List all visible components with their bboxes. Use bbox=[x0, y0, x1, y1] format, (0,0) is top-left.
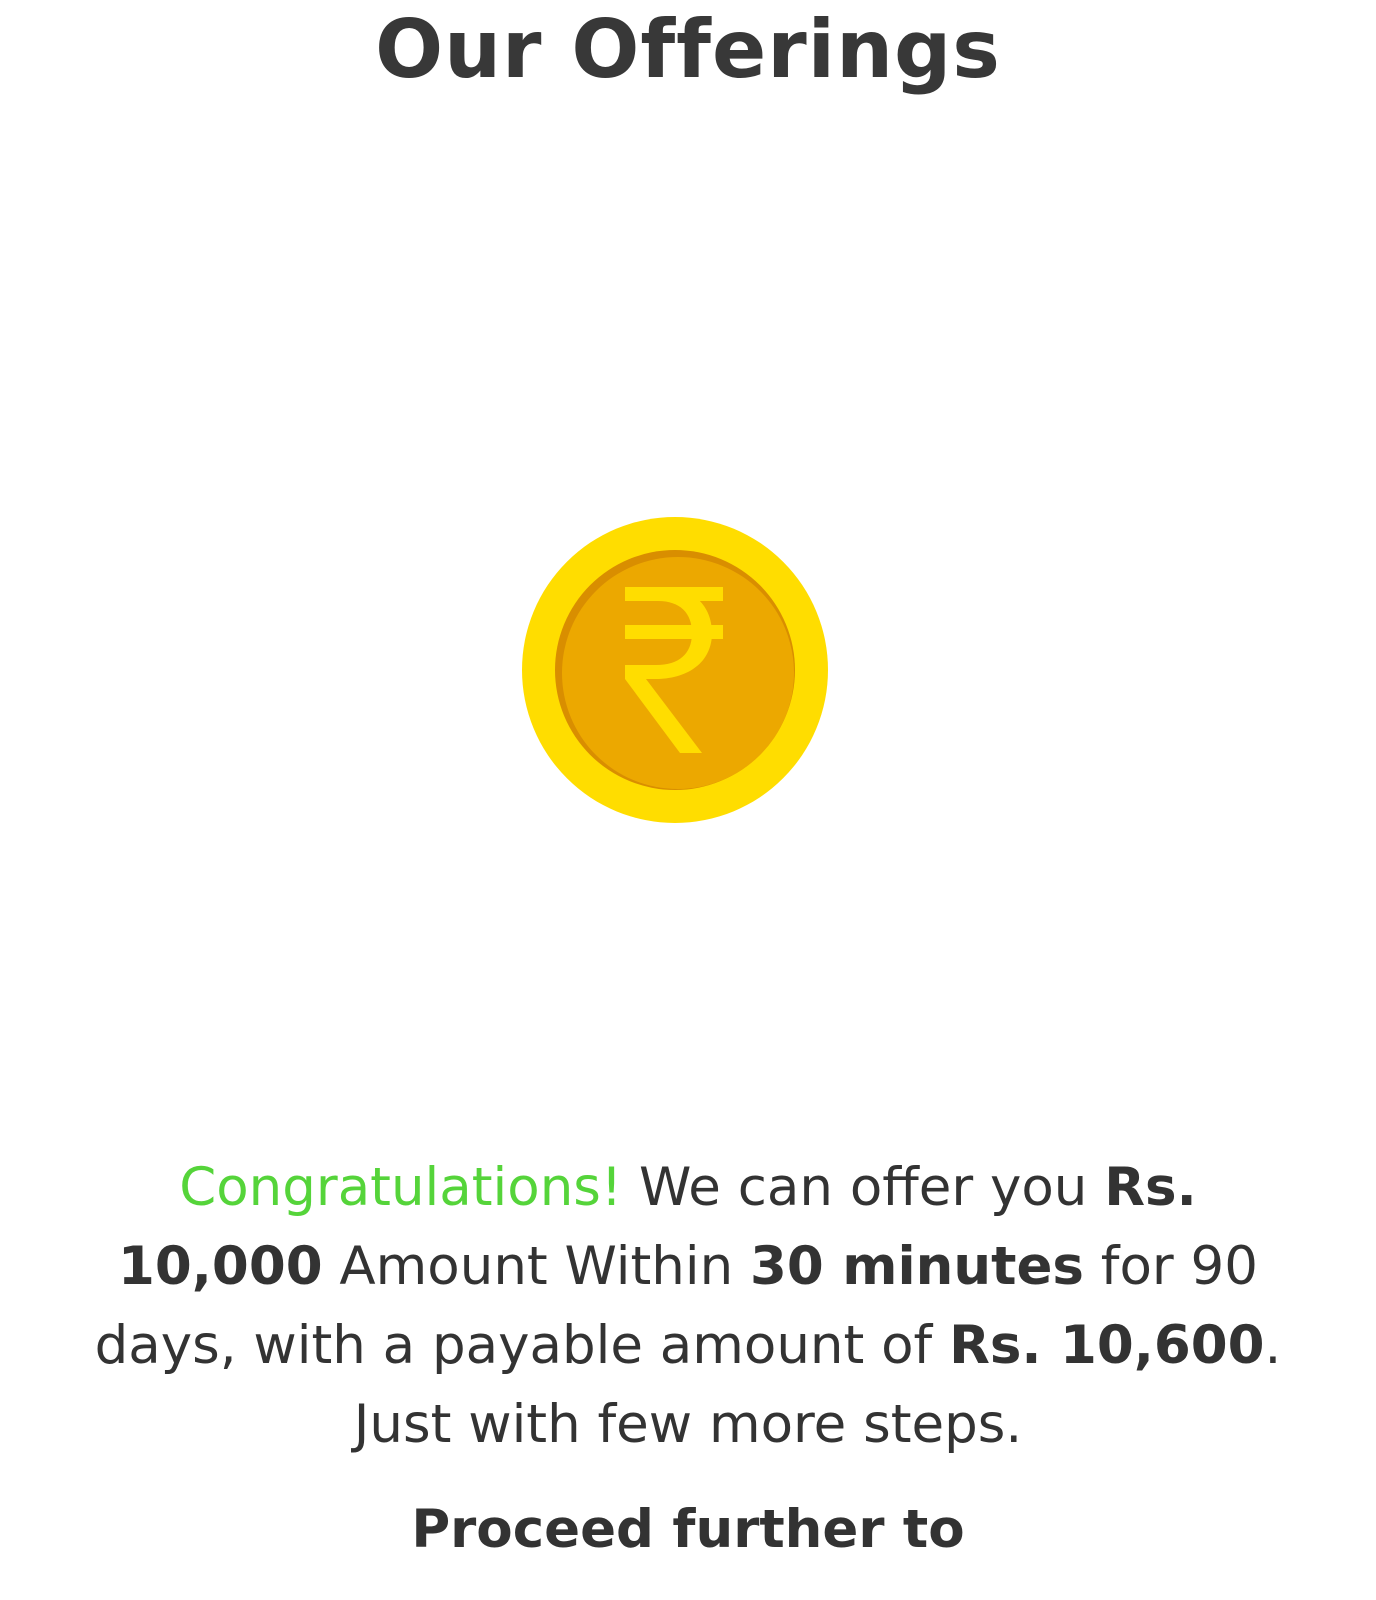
rupee-coin-icon bbox=[520, 515, 830, 825]
page-title: Our Offerings bbox=[375, 3, 1001, 96]
coin-graphic bbox=[522, 517, 828, 823]
offer-duration: 30 minutes bbox=[750, 1236, 1084, 1297]
offer-text-1: We can offer you bbox=[622, 1157, 1105, 1218]
offer-text-2: Amount Within bbox=[322, 1236, 751, 1297]
offer-message: Congratulations! We can offer you Rs. 10… bbox=[90, 1148, 1286, 1464]
payable-amount: Rs. 10,600 bbox=[949, 1315, 1265, 1376]
offerings-page: Our Offerings Congratulations! We can of… bbox=[0, 0, 1376, 1600]
congrats-text: Congratulations! bbox=[179, 1157, 623, 1218]
proceed-heading: Proceed further to bbox=[411, 1499, 965, 1560]
